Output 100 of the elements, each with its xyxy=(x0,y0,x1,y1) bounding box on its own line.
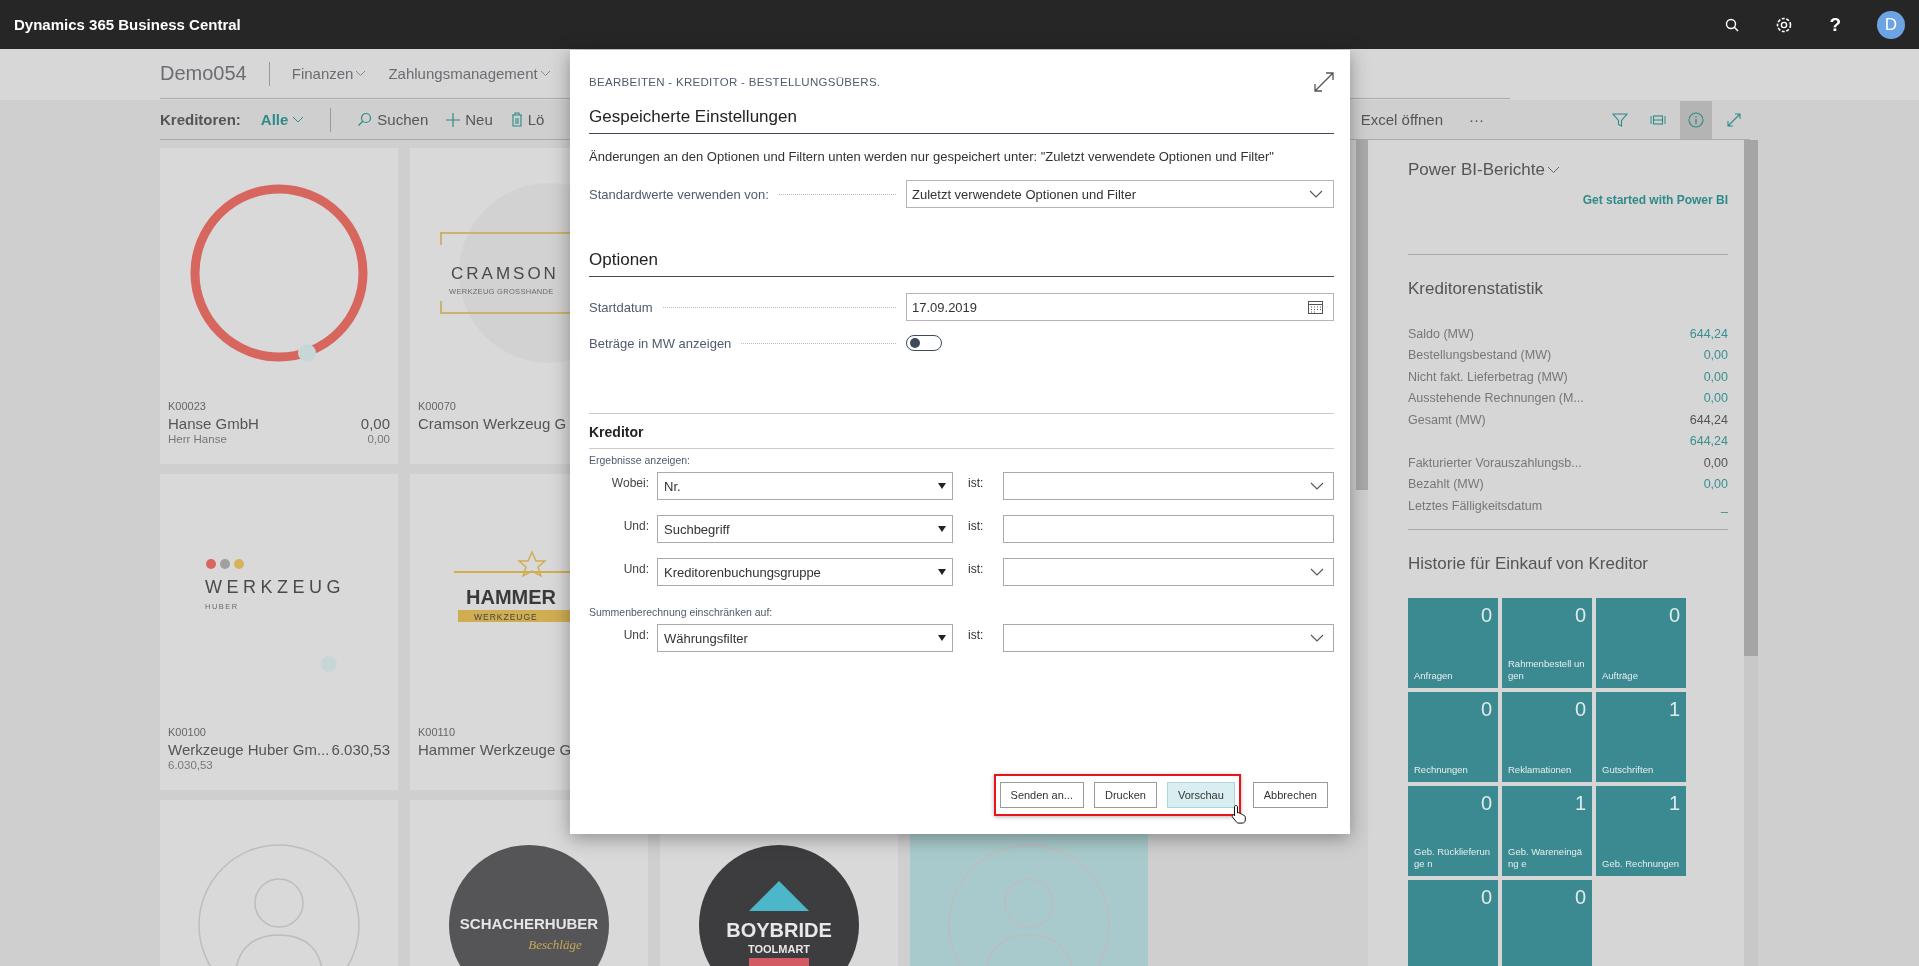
tile-label: Rahmenbestell ungen xyxy=(1508,657,1586,683)
chevron-down-icon xyxy=(1310,634,1324,642)
filter-dropdown[interactable] xyxy=(1003,624,1334,652)
stat-value[interactable]: 0,00 xyxy=(1703,477,1728,492)
help-button[interactable]: ? xyxy=(1829,13,1841,36)
field-select[interactable]: Nr. xyxy=(657,472,953,500)
logo-text: WERKZEUG xyxy=(205,577,345,597)
app-title: Dynamics 365 Business Central xyxy=(14,16,241,33)
nav-menu[interactable]: Finanzen xyxy=(291,65,367,82)
vendor-card[interactable]: K00023 Hanse GmbH 0,00 Herr Hanse 0,00 xyxy=(160,148,398,464)
due-amount: 0,00 xyxy=(367,433,390,445)
operator-label: ist: xyxy=(967,475,985,490)
filter-dropdown[interactable] xyxy=(1003,558,1334,586)
info-toggle[interactable] xyxy=(1680,100,1712,139)
cue-tile[interactable]: 0 Geb. Rücklieferunge n xyxy=(1408,785,1498,876)
stat-value[interactable]: 644,24 xyxy=(1689,326,1728,341)
cue-tile[interactable]: 1 Geb. Rechnungen xyxy=(1596,785,1686,876)
tile-count: 0 xyxy=(1480,697,1492,721)
tile-count: 0 xyxy=(1574,603,1586,627)
toolbar-action[interactable]: Excel öffnen xyxy=(1360,111,1443,128)
filter-field[interactable] xyxy=(1003,515,1334,543)
cue-tile[interactable]: 0 xyxy=(1408,879,1498,966)
stat-value[interactable]: 0,00 xyxy=(1703,348,1728,363)
defaults-dropdown[interactable]: Zuletzt verwendete Optionen und Filter xyxy=(906,180,1334,208)
vendor-name[interactable]: Werkzeuge Huber Gm... xyxy=(168,741,330,758)
logo-text: BOYBRIDE xyxy=(726,919,832,941)
nav-menu[interactable]: Zahlungsmanagement xyxy=(388,65,551,82)
field-select[interactable]: Währungsfilter xyxy=(657,624,953,652)
expand-icon[interactable] xyxy=(1314,72,1334,92)
section-heading: Gespeicherte Einstellungen xyxy=(589,107,1334,134)
scrollbar[interactable] xyxy=(1356,140,1368,490)
chevron-down-icon xyxy=(539,70,551,77)
cue-tile[interactable]: 0 xyxy=(1502,879,1592,966)
dialog-button[interactable]: Drucken xyxy=(1093,782,1157,808)
vendor-name[interactable]: Hammer Werkzeuge G xyxy=(418,741,572,758)
stat-value[interactable]: _ xyxy=(1721,498,1728,513)
tile-count: 1 xyxy=(1668,697,1680,721)
chevron-down-icon xyxy=(1547,166,1560,174)
triangle-down-icon xyxy=(938,635,946,641)
expand-icon xyxy=(1726,111,1742,128)
tile-label: Anfragen xyxy=(1414,670,1454,683)
cue-tile[interactable]: 0 Rechnungen xyxy=(1408,691,1498,782)
dialog-title: BEARBEITEN - KREDITOR - BESTELLUNGSÜBERS. xyxy=(589,76,881,88)
search-icon xyxy=(357,112,373,127)
toolbar-action[interactable]: Lö xyxy=(510,111,545,128)
toolbar-action[interactable]: ··· xyxy=(1469,111,1484,128)
scrollbar[interactable] xyxy=(1744,140,1758,656)
cue-tile[interactable]: 1 Gutschriften xyxy=(1596,691,1686,782)
toolbar-action[interactable]: Suchen xyxy=(357,111,429,128)
balance-amount: 0,00 xyxy=(360,415,390,432)
dialog-button[interactable]: Vorschau xyxy=(1166,782,1235,808)
stat-label: Saldo (MW) xyxy=(1408,326,1474,341)
view-dropdown[interactable]: Alle xyxy=(260,111,305,128)
cue-tile[interactable]: 0 Aufträge xyxy=(1596,597,1686,688)
chevron-down-icon xyxy=(1310,482,1324,490)
tile-count: 1 xyxy=(1574,791,1586,815)
field-select[interactable]: Kreditorenbuchungsgruppe xyxy=(657,558,953,586)
toolbar-action[interactable]: Neu xyxy=(446,111,493,128)
cue-tile[interactable]: 0 Rahmenbestell ungen xyxy=(1502,597,1592,688)
dialog-button[interactable]: Senden an... xyxy=(999,782,1084,808)
vendor-number: K00070 xyxy=(418,400,457,412)
power-bi-link[interactable]: Get started with Power BI xyxy=(1582,193,1728,207)
vendor-number: K00023 xyxy=(168,400,207,412)
cue-tile[interactable]: 0 Reklamationen xyxy=(1502,691,1592,782)
vendor-number: K00110 xyxy=(418,726,457,738)
company-name[interactable]: Demo054 xyxy=(160,62,247,85)
tile-count: 0 xyxy=(1574,697,1586,721)
tile-view-icon xyxy=(1650,113,1666,126)
section-heading: Optionen xyxy=(589,250,1334,277)
filter-dropdown[interactable] xyxy=(1003,472,1334,500)
power-bi-dropdown[interactable]: Power BI-Berichte xyxy=(1408,160,1560,180)
cue-tile[interactable]: 0 Anfragen xyxy=(1408,597,1498,688)
filter-icon xyxy=(1612,111,1628,128)
date-field[interactable]: 17.09.2019 xyxy=(906,293,1334,321)
hand-cursor-icon xyxy=(1230,804,1247,824)
settings-icon[interactable] xyxy=(1775,15,1794,34)
calendar-icon[interactable] xyxy=(1308,300,1323,314)
search-icon[interactable] xyxy=(1725,17,1740,32)
vendor-number: K00100 xyxy=(168,726,207,738)
vendor-name[interactable]: Hanse GmbH xyxy=(168,415,259,432)
stat-value[interactable]: 0,00 xyxy=(1703,391,1728,406)
conjunction-label: Und: xyxy=(622,561,650,576)
user-avatar[interactable]: D xyxy=(1877,10,1905,39)
tile-label: Rechnungen xyxy=(1414,764,1469,777)
due-amount: 6.030,53 xyxy=(168,759,213,771)
dialog-button[interactable]: Abbrechen xyxy=(1252,782,1328,808)
field-select[interactable]: Suchbegriff xyxy=(657,515,953,543)
cue-tile[interactable]: 1 Geb. Wareneingäng e xyxy=(1502,785,1592,876)
vendor-name[interactable]: Cramson Werkzeug G xyxy=(418,415,567,432)
stat-value[interactable]: 0,00 xyxy=(1703,369,1728,384)
chevron-down-icon xyxy=(292,116,305,123)
tile-count: 0 xyxy=(1574,885,1586,909)
stat-value[interactable]: 644,24 xyxy=(1689,434,1728,449)
vendor-card[interactable]: SCHACHERHUBER Beschläge xyxy=(410,800,648,966)
tile-label: Geb. Rücklieferunge n xyxy=(1414,845,1492,871)
logo-text: HAMMER xyxy=(466,586,556,608)
chevron-down-icon xyxy=(1310,568,1324,576)
operator-label: ist: xyxy=(967,627,985,642)
toggle-switch[interactable] xyxy=(906,335,942,351)
logo-text: WERKZEUGE xyxy=(474,611,538,622)
